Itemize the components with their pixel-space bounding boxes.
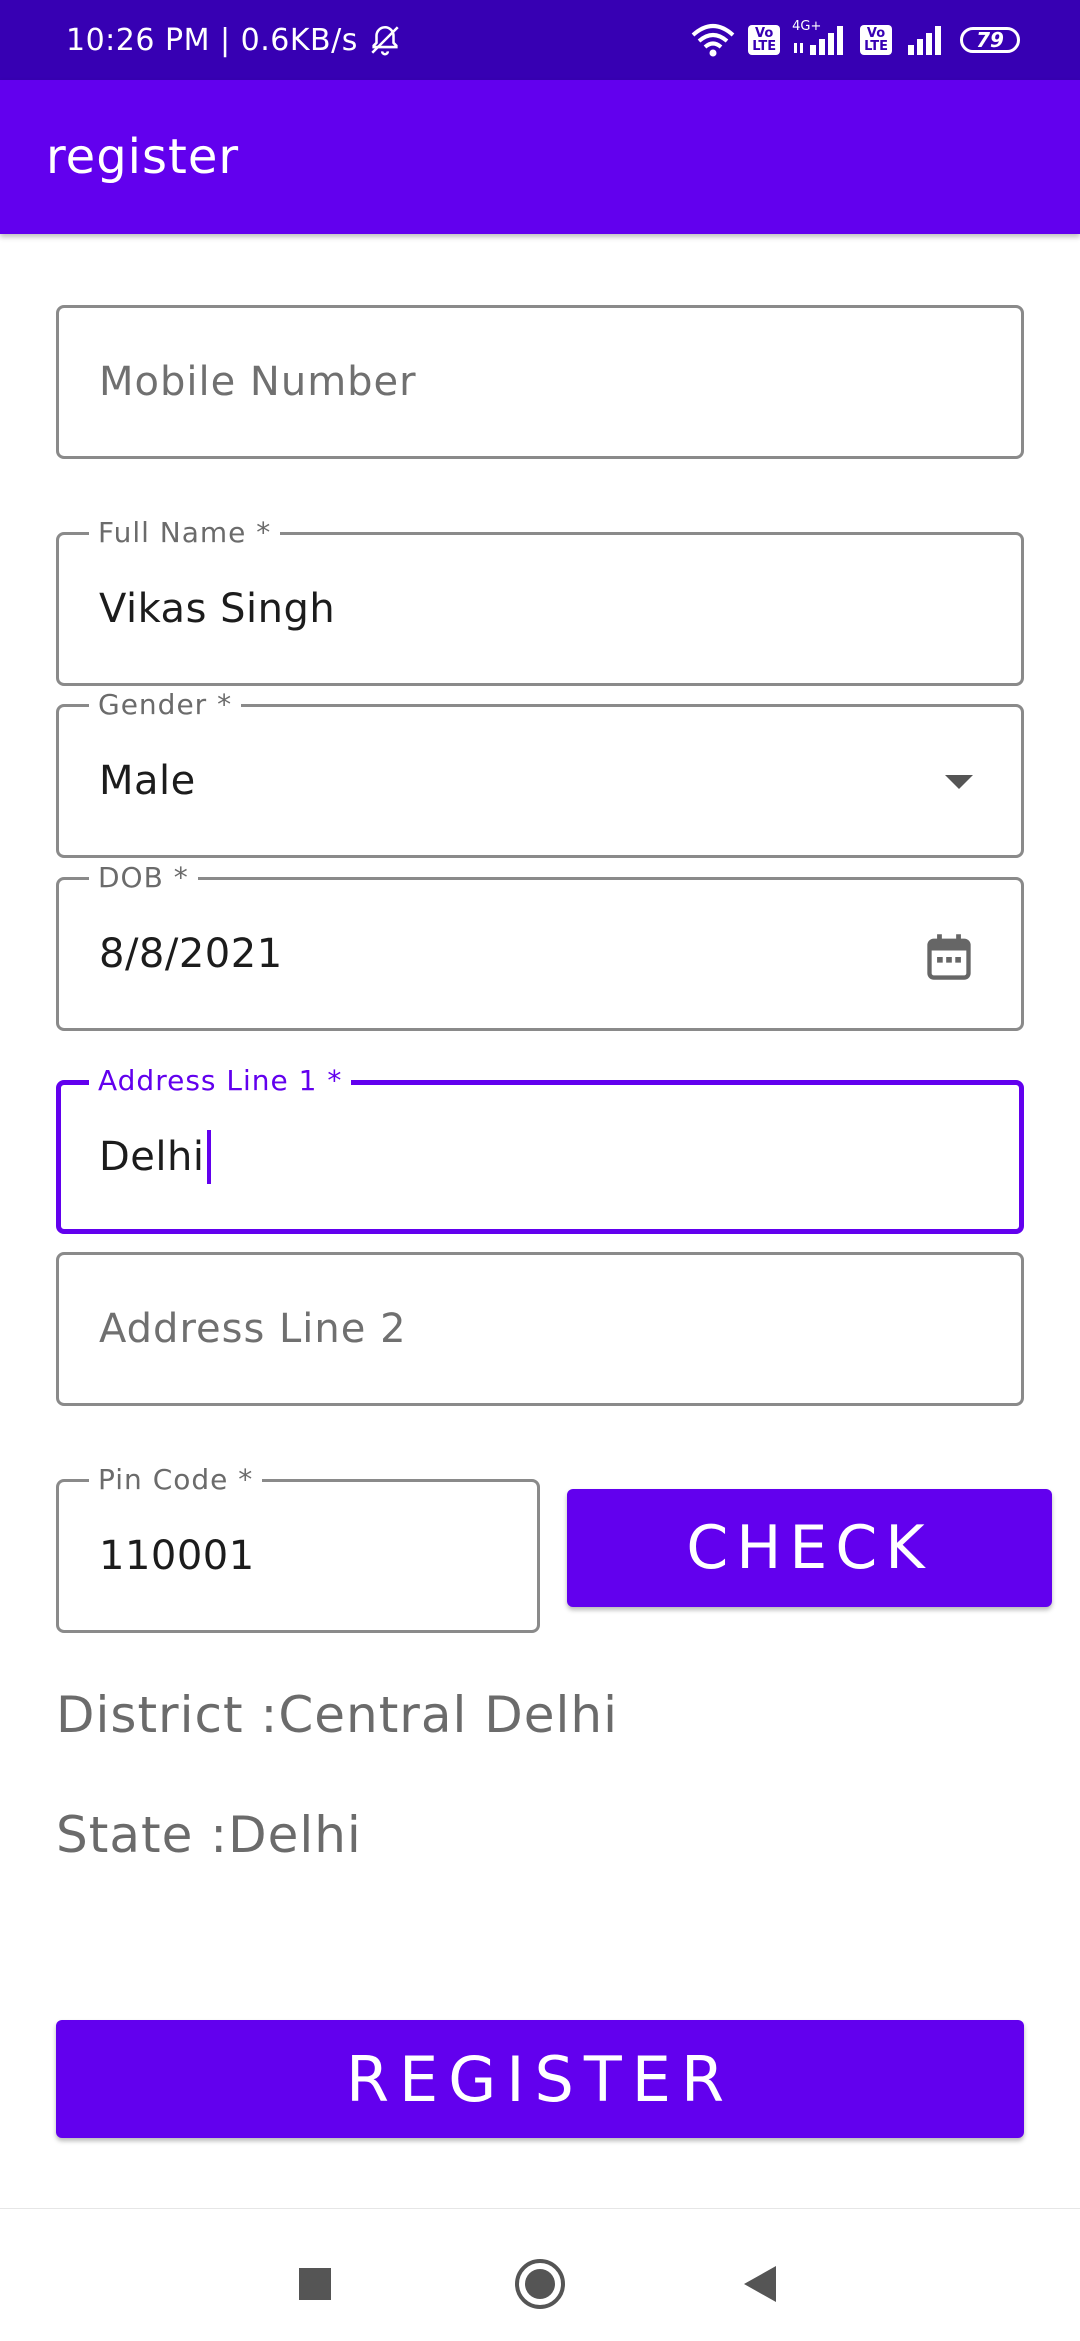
gender-dropdown[interactable]: Gender * Male	[56, 689, 1024, 858]
pin-code-field[interactable]: Pin Code * 110001	[56, 1464, 540, 1633]
dob-value: 8/8/2021	[99, 931, 283, 977]
volte-icon-2: Vo LTE	[860, 25, 892, 55]
check-button-label: CHECK	[686, 1513, 933, 1583]
calendar-icon[interactable]	[923, 930, 975, 984]
wifi-icon	[691, 24, 735, 57]
state-text: State :Delhi	[56, 1806, 362, 1864]
page-title: register	[46, 129, 240, 185]
app-bar: register	[0, 80, 1080, 234]
volte-icon: Vo LTE	[748, 25, 781, 55]
mute-bell-icon	[371, 25, 399, 56]
address-line-1-field[interactable]: Address Line 1 * Delhi	[56, 1065, 1024, 1234]
address-line-2-field[interactable]: Address Line 2	[56, 1252, 1024, 1406]
status-time-speed: 10:26 PM | 0.6KB/s	[66, 22, 358, 58]
signal-icon: 4G+	[792, 19, 848, 57]
mobile-number-placeholder: Mobile Number	[99, 359, 417, 405]
mobile-number-field[interactable]: Mobile Number	[56, 305, 1024, 459]
pin-code-value: 110001	[99, 1533, 255, 1579]
home-circle-icon[interactable]	[514, 2258, 566, 2310]
text-caret	[206, 1130, 211, 1184]
address-line-1-input[interactable]: Delhi	[99, 1085, 211, 1229]
full-name-field[interactable]: Full Name * Vikas Singh	[56, 517, 1024, 686]
recents-square-icon[interactable]	[298, 2267, 332, 2301]
address-line-1-value: Delhi	[99, 1134, 205, 1180]
signal-icon-2	[908, 26, 941, 55]
register-button-label: REGISTER	[345, 2042, 735, 2116]
district-text: District :Central Delhi	[56, 1686, 619, 1744]
status-right: Vo LTE 4G+ Vo LTE 79	[690, 0, 1020, 80]
dob-field[interactable]: DOB * 8/8/2021	[56, 862, 1024, 1031]
register-button[interactable]: REGISTER	[56, 2020, 1024, 2138]
back-triangle-icon[interactable]	[742, 2264, 778, 2304]
navigation-bar	[0, 2208, 1080, 2341]
battery-level: 79	[976, 28, 1004, 52]
full-name-value: Vikas Singh	[99, 586, 336, 632]
check-button[interactable]: CHECK	[567, 1489, 1052, 1607]
status-bar: 10:26 PM | 0.6KB/s Vo LTE 4G+ Vo LTE 79	[0, 0, 1080, 80]
gender-value: Male	[99, 758, 196, 804]
dropdown-arrow-icon[interactable]	[945, 775, 973, 789]
status-left: 10:26 PM | 0.6KB/s	[66, 0, 402, 80]
battery-icon: 79	[960, 27, 1020, 53]
address-line-2-placeholder: Address Line 2	[99, 1306, 407, 1352]
